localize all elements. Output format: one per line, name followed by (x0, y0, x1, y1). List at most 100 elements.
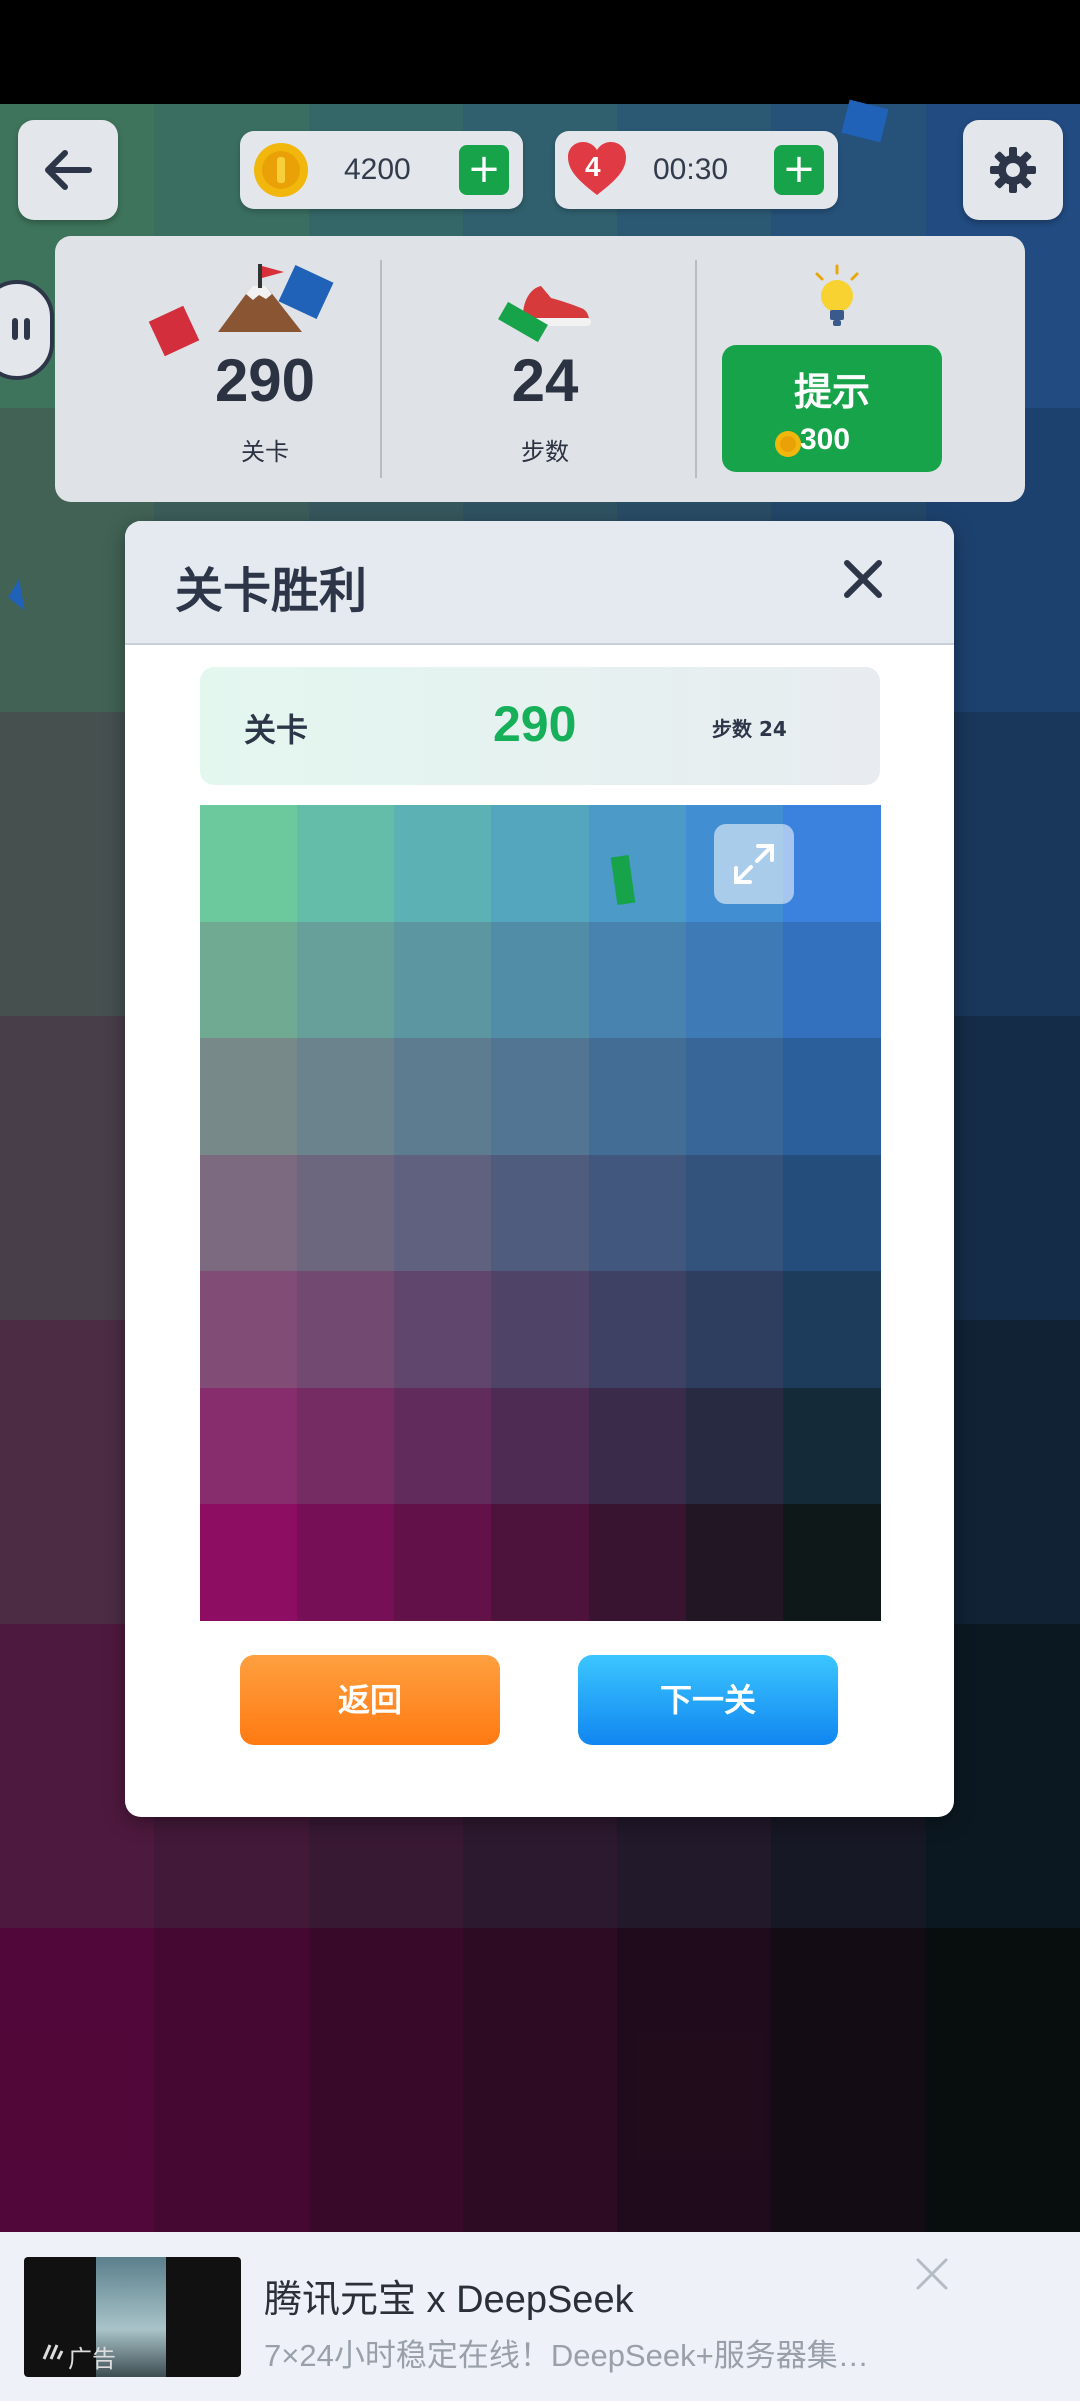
stats-divider (695, 260, 697, 478)
lives-value: 4 (585, 151, 601, 182)
add-lives-button[interactable]: + (774, 145, 824, 195)
coin-icon (254, 143, 308, 197)
level-info-card: 关卡 290 步数 24 (200, 667, 880, 785)
grid-cell (685, 1271, 784, 1389)
grid-cell (394, 1504, 493, 1622)
grid-cell (782, 1387, 881, 1505)
ad-subtitle: 7×24小时稳定在线！DeepSeek+服务器集… (264, 2338, 869, 2373)
board-cell[interactable] (617, 1928, 773, 2232)
grid-cell (491, 1154, 590, 1272)
settings-button[interactable] (963, 120, 1063, 220)
dialog-title: 关卡胜利 (175, 563, 368, 619)
grid-cell (200, 805, 298, 922)
expand-button[interactable] (714, 824, 794, 904)
grid-cell (394, 1271, 493, 1389)
grid-cell (200, 1387, 298, 1505)
info-level-label: 关卡 (244, 711, 309, 749)
grid-cell (491, 1504, 590, 1622)
grid-cell (685, 1387, 784, 1505)
grid-cell (491, 1038, 590, 1156)
grid-cell (394, 805, 493, 922)
grid-cell (588, 1271, 687, 1389)
dialog-header: 关卡胜利 (125, 521, 954, 645)
grid-cell (782, 1504, 881, 1622)
coins-counter: 4200 + (240, 131, 523, 209)
hint-label: 提示 (793, 370, 870, 414)
grid-cell (491, 1271, 590, 1389)
grid-cell (685, 1154, 784, 1272)
grid-cell (200, 1504, 298, 1622)
lives-counter: 4 00:30 + (555, 131, 838, 209)
grid-cell (588, 805, 687, 922)
grid-cell (394, 921, 493, 1039)
grid-cell (394, 1154, 493, 1272)
board-cell[interactable] (308, 1928, 464, 2232)
grid-cell (588, 1387, 687, 1505)
grid-cell (297, 921, 396, 1039)
hint-button[interactable]: 提示 300 (722, 345, 942, 472)
grid-cell (297, 1504, 396, 1622)
grid-cell (588, 921, 687, 1039)
grid-cell (685, 1504, 784, 1622)
next-level-button[interactable]: 下一关 (578, 1655, 838, 1745)
steps-label: 步数 (521, 438, 569, 466)
coin-icon (775, 431, 801, 457)
info-steps: 步数 24 (712, 717, 787, 741)
back-arrow-icon (45, 150, 92, 190)
grid-cell (394, 1038, 493, 1156)
grid-cell (491, 1387, 590, 1505)
grid-cell (782, 1154, 881, 1272)
ad-badge: 广告 (68, 2345, 116, 2373)
grid-cell (297, 1271, 396, 1389)
steps-value: 24 (511, 347, 579, 414)
hint-cost: 300 (800, 423, 851, 456)
add-coins-button[interactable]: + (459, 145, 509, 195)
grid-cell (685, 921, 784, 1039)
board-cell[interactable] (0, 1928, 155, 2232)
close-icon[interactable] (833, 549, 893, 609)
grid-cell (200, 1271, 298, 1389)
grid-cell (782, 1271, 881, 1389)
grid-cell (782, 1038, 881, 1156)
grid-cell (200, 1154, 298, 1272)
grid-cell (297, 805, 396, 922)
grid-cell (200, 1038, 298, 1156)
grid-cell (394, 1387, 493, 1505)
grid-cell (588, 1154, 687, 1272)
ad-logo-icon (42, 2344, 64, 2360)
timer-value: 00:30 (653, 153, 729, 186)
ad-banner[interactable]: 广告 腾讯元宝 x DeepSeek 7×24小时稳定在线！DeepSeek+服… (0, 2232, 1080, 2401)
solved-board-preview (200, 805, 881, 1622)
grid-cell (588, 1038, 687, 1156)
grid-cell (297, 1387, 396, 1505)
grid-cell (685, 1038, 784, 1156)
grid-cell (588, 1504, 687, 1622)
board-cell[interactable] (462, 1928, 618, 2232)
coins-value: 4200 (344, 153, 411, 186)
lightbulb-icon (815, 264, 859, 326)
board-cell[interactable] (925, 1928, 1080, 2232)
grid-cell (297, 1038, 396, 1156)
info-level-value: 290 (493, 696, 577, 752)
grid-cell (297, 1154, 396, 1272)
grid-cell (782, 805, 881, 922)
victory-dialog: 关卡胜利 关卡 290 步数 24 返回 下一关 (125, 521, 954, 1817)
close-icon[interactable] (912, 2254, 952, 2294)
status-bar (0, 0, 1080, 104)
board-cell[interactable] (771, 1928, 927, 2232)
back-arrow-button[interactable] (18, 120, 118, 220)
pause-tab[interactable] (0, 280, 54, 380)
grid-cell (200, 921, 298, 1039)
grid-cell (491, 921, 590, 1039)
level-label: 关卡 (241, 438, 289, 466)
stats-divider (380, 260, 382, 478)
level-value: 290 (214, 347, 316, 414)
expand-icon (734, 844, 774, 884)
ad-thumbnail[interactable]: 广告 (24, 2257, 241, 2377)
ad-title[interactable]: 腾讯元宝 x DeepSeek (264, 2268, 634, 2323)
grid-cell (491, 805, 590, 922)
back-button[interactable]: 返回 (240, 1655, 500, 1745)
grid-cell (782, 921, 881, 1039)
gear-icon (990, 147, 1036, 193)
board-cell[interactable] (154, 1928, 310, 2232)
